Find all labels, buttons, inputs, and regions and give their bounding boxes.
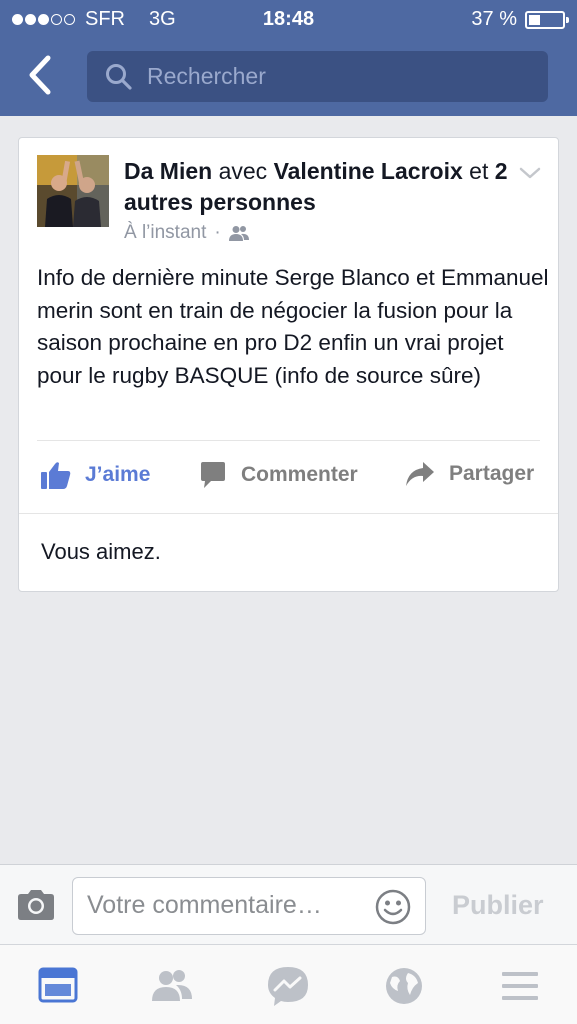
avatar[interactable] <box>37 155 109 227</box>
friends-icon <box>152 970 192 1001</box>
friends-icon <box>228 226 249 241</box>
battery-percentage: 37 % <box>471 8 517 30</box>
like-button[interactable]: J’aime <box>41 461 150 489</box>
news-feed-icon <box>38 967 78 1003</box>
post-card: Da Mien avec Valentine Lacroix et 2 autr… <box>18 137 559 592</box>
meta-separator: · <box>214 222 221 243</box>
and-word: et <box>469 158 489 184</box>
post-author-line: Da Mien avec Valentine Lacroix et 2 autr… <box>124 156 514 218</box>
tab-messenger[interactable] <box>266 965 310 1007</box>
post-meta: À l’instant · <box>124 222 249 244</box>
chevron-left-icon <box>29 55 51 95</box>
comment-label: Commenter <box>241 463 358 486</box>
publish-button[interactable]: Publier <box>452 890 544 921</box>
tab-friends[interactable] <box>150 965 194 1007</box>
avatar-photo <box>37 155 109 227</box>
battery-icon <box>525 10 569 29</box>
post-text: Info de dernière minute Serge Blanco et … <box>37 265 549 388</box>
author-name[interactable]: Da Mien <box>124 158 212 184</box>
comment-input[interactable]: Votre commentaire… <box>72 877 426 935</box>
thumbs-up-icon <box>41 462 71 489</box>
status-right: 37 % <box>471 8 569 31</box>
comment-placeholder: Votre commentaire… <box>87 891 322 919</box>
comment-bar: Votre commentaire… Publier <box>0 864 577 944</box>
tagged-name[interactable]: Valentine Lacroix <box>274 158 463 184</box>
like-label: J’aime <box>85 463 151 486</box>
camera-icon <box>18 890 54 920</box>
search-input[interactable]: Rechercher <box>87 51 548 102</box>
divider <box>19 513 558 514</box>
share-button[interactable]: Partager <box>405 461 534 487</box>
chevron-down-icon <box>519 167 541 179</box>
smiley-icon[interactable] <box>375 889 411 925</box>
comment-button[interactable]: Commenter <box>199 461 358 489</box>
post-options-button[interactable] <box>518 164 542 182</box>
search-icon <box>106 63 132 90</box>
menu-icon <box>502 972 538 1000</box>
status-bar: SFR 3G 18:48 37 % <box>0 0 577 38</box>
camera-button[interactable] <box>16 889 56 921</box>
tab-notifications[interactable] <box>382 965 426 1007</box>
top-header: SFR 3G 18:48 37 % Rechercher <box>0 0 577 116</box>
post-actions: J’aime Commenter Partager <box>19 441 558 514</box>
post-timestamp[interactable]: À l’instant <box>124 222 206 244</box>
messenger-icon <box>268 967 308 1006</box>
globe-icon <box>386 968 422 1004</box>
back-button[interactable] <box>22 54 58 96</box>
tab-news-feed[interactable] <box>36 965 80 1007</box>
share-icon <box>406 462 434 486</box>
likes-summary[interactable]: Vous aimez. <box>41 539 161 565</box>
comment-icon <box>201 462 225 488</box>
with-word: avec <box>218 158 268 184</box>
search-placeholder: Rechercher <box>147 63 266 89</box>
tab-bar <box>0 944 577 1024</box>
tab-more[interactable] <box>498 965 542 1007</box>
share-label: Partager <box>449 462 535 485</box>
